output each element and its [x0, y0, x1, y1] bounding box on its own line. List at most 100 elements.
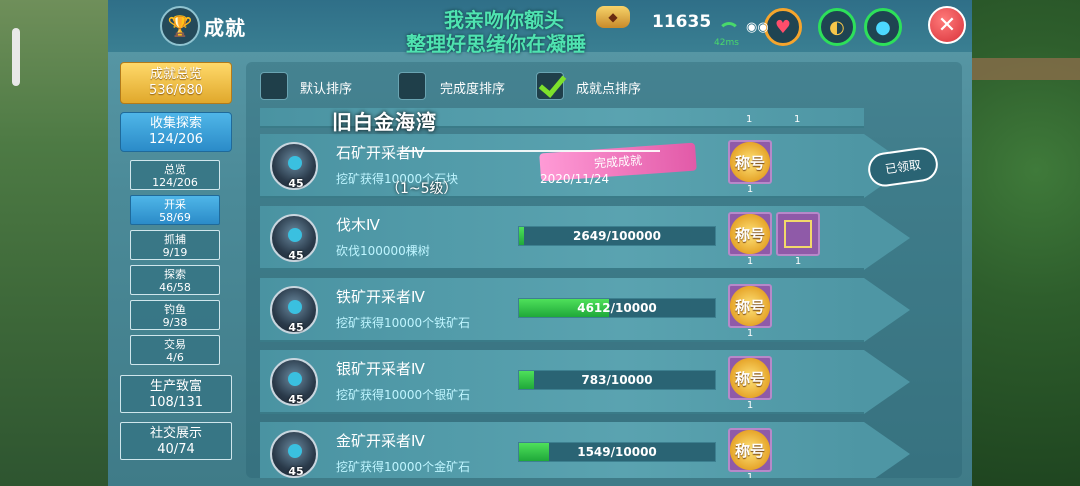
reward-count: 1: [794, 256, 802, 267]
progress-bar: 783/10000: [518, 370, 716, 390]
subcategory-count: 9/38: [162, 316, 188, 329]
achievement-medal-icon: 45: [270, 142, 318, 190]
progress-bar: 2649/100000: [518, 226, 716, 246]
title-reward-icon[interactable]: 称号: [728, 428, 772, 472]
progress-text: 783/10000: [581, 373, 653, 387]
achievement-name: 银矿开采者Ⅳ: [336, 360, 425, 378]
subcategory-count: 9/19: [162, 246, 188, 259]
achievement-row[interactable]: 45 银矿开采者Ⅳ 挖矿获得10000个银矿石 783/10000 称号 1: [260, 350, 910, 414]
medal-level: 45: [288, 249, 304, 262]
progress-text: 2649/100000: [573, 229, 661, 243]
sort-default-checkbox[interactable]: [260, 72, 288, 100]
title-reward-icon[interactable]: 称号: [728, 284, 772, 328]
close-button[interactable]: ✕: [928, 6, 966, 44]
achievement-desc: 挖矿获得10000个金矿石: [336, 460, 471, 474]
medal-gem: [288, 444, 302, 458]
row-arrow: [864, 278, 910, 342]
title-reward-icon[interactable]: 称号: [728, 356, 772, 400]
subcategory-count: 58/69: [159, 211, 191, 224]
sort-completion-label: 完成度排序: [440, 82, 506, 97]
category-collect-button[interactable]: 收集探索 124/206: [120, 112, 232, 152]
category-overview-button[interactable]: 成就总览 536/680: [120, 62, 232, 104]
sort-points-checkbox[interactable]: [536, 72, 564, 100]
row-arrow: [864, 350, 910, 414]
subcategory-label: 开采: [164, 198, 186, 211]
category-overview-count: 536/680: [148, 83, 203, 98]
ping-value: 42ms: [714, 38, 739, 48]
progress-text: 4612/10000: [577, 301, 657, 315]
subcategory-count: 4/6: [166, 351, 184, 364]
progress-text: 1549/10000: [577, 445, 657, 459]
title-reward-icon[interactable]: 称号: [728, 212, 772, 256]
subcategory-label: 探索: [164, 268, 186, 281]
subcategory-fishing[interactable]: 钓鱼 9/38: [130, 300, 220, 330]
achievement-medal-icon: 45: [270, 430, 318, 478]
side-drawer-handle[interactable]: [12, 28, 20, 86]
treasure-icon[interactable]: ◆: [596, 6, 630, 28]
category-social-count: 40/74: [157, 442, 195, 457]
page-title: 成就: [204, 16, 246, 40]
achievement-name: 金矿开采者Ⅳ: [336, 432, 425, 450]
medal-gem: [288, 300, 302, 314]
background-right: [970, 0, 1080, 486]
category-social-button[interactable]: 社交展示 40/74: [120, 422, 232, 460]
achievement-desc: 挖矿获得10000个银矿石: [336, 388, 471, 402]
subcategory-capture[interactable]: 抓捕 9/19: [130, 230, 220, 260]
achievement-medal-icon: 45: [270, 286, 318, 334]
sort-points-label: 成就点排序: [576, 82, 642, 97]
sort-bar: 默认排序 完成度排序 成就点排序: [246, 62, 962, 108]
category-production-count: 108/131: [148, 395, 203, 410]
achievement-name: 铁矿开采者Ⅳ: [336, 288, 425, 306]
location-name: 旧白金海湾: [332, 110, 437, 134]
top-bar: 🏆 成就 我亲吻你额头 整理好思绪你在凝睡 ◆ 11635 42ms ♥ ◐ ●…: [108, 0, 972, 56]
subcategory-label: 钓鱼: [164, 303, 186, 316]
subcategory-label: 抓捕: [164, 233, 186, 246]
row-arrow: [864, 422, 910, 478]
progress-bar: 4612/10000: [518, 298, 716, 318]
sort-default-label: 默认排序: [300, 82, 353, 97]
progress-bar: 1549/10000: [518, 442, 716, 462]
category-collect-label: 收集探索: [149, 116, 202, 131]
medal-level: 45: [288, 393, 304, 406]
title-reward-icon[interactable]: 称号: [728, 140, 772, 184]
subcategory-label: 交易: [164, 338, 186, 351]
row-arrow: [864, 206, 910, 270]
health-icon[interactable]: ♥: [764, 8, 802, 46]
location-ornament: [400, 150, 660, 170]
achievement-desc: 挖矿获得10000个铁矿石: [336, 316, 471, 330]
achievement-medal-icon: 45: [270, 358, 318, 406]
subcategory-mining[interactable]: 开采 58/69: [130, 195, 220, 225]
achievement-name: 伐木Ⅳ: [336, 216, 380, 234]
medal-level: 45: [288, 321, 304, 334]
thirst-icon[interactable]: ●: [864, 8, 902, 46]
completed-date: 2020/11/24: [540, 172, 610, 186]
category-overview-label: 成就总览: [149, 67, 202, 82]
achievement-row[interactable]: 45 金矿开采者Ⅳ 挖矿获得10000个金矿石 1549/10000 称号 1: [260, 422, 910, 478]
subcategory-trade[interactable]: 交易 4/6: [130, 335, 220, 365]
achievement-medal-icon: 45: [270, 214, 318, 262]
frame-icon: [784, 220, 812, 248]
hunger-icon[interactable]: ◐: [818, 8, 856, 46]
reward-count: 1: [746, 114, 753, 125]
trophy-icon: 🏆: [160, 6, 200, 46]
location-level-range: （1~5级）: [386, 181, 458, 197]
category-production-button[interactable]: 生产致富 108/131: [120, 375, 232, 413]
category-social-label: 社交展示: [149, 426, 202, 441]
subcategory-overview[interactable]: 总览 124/206: [130, 160, 220, 190]
reward-count: 1: [746, 328, 754, 339]
reward-count: 1: [746, 472, 754, 478]
achievement-row[interactable]: 45 铁矿开采者Ⅳ 挖矿获得10000个铁矿石 4612/10000 称号 1: [260, 278, 910, 342]
medal-level: 45: [288, 177, 304, 190]
category-collect-count: 124/206: [148, 132, 203, 147]
category-production-label: 生产致富: [149, 379, 202, 394]
achievement-panel: 🏆 成就 我亲吻你额头 整理好思绪你在凝睡 ◆ 11635 42ms ♥ ◐ ●…: [108, 0, 972, 486]
medal-level: 45: [288, 465, 304, 478]
frame-reward-icon[interactable]: [776, 212, 820, 256]
achievement-row[interactable]: 45 伐木Ⅳ 砍伐100000棵树 2649/100000 称号 1 1: [260, 206, 910, 270]
subcategory-label: 总览: [164, 163, 186, 176]
subcategory-explore[interactable]: 探索 46/58: [130, 265, 220, 295]
achievement-desc: 砍伐100000棵树: [336, 244, 430, 258]
sort-completion-checkbox[interactable]: [398, 72, 426, 100]
reward-count: 1: [746, 256, 754, 267]
coin-count: 11635: [652, 12, 712, 32]
